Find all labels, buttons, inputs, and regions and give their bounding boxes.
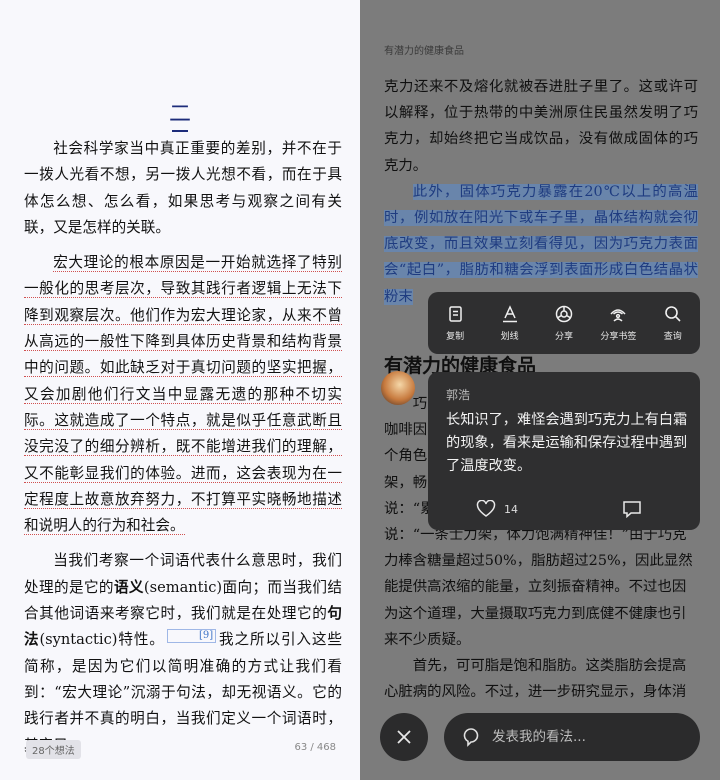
comment-input-bar[interactable]: [444, 713, 700, 761]
paragraph[interactable]: 说：“一条士力架，体力饱满精神佳！”由于巧克力棒含糖量超过50%，脂肪超过25%…: [384, 522, 698, 653]
running-head: 有潜力的健康食品: [384, 46, 464, 57]
paragraph[interactable]: 首先，可可脂是饱和脂肪。这类脂肪会提高心脏病的风险。不过，进一步研究显示，身体消: [384, 653, 698, 705]
selected-highlight[interactable]: 此外，固体巧克力暴露在20℃以上的高温时，例如放在阳光下或车子里，晶体结构就会彻…: [384, 183, 698, 305]
comment-bubble-icon: [623, 501, 641, 519]
like-count: 14: [504, 502, 518, 516]
chapter-number: 二: [0, 96, 360, 132]
right-page-text[interactable]: 克力还来不及熔化就被吞进肚子里了。这或许可以解释，位于热带的中美洲原住民虽然发明…: [384, 74, 698, 310]
paragraph[interactable]: 社会科学家当中真正重要的差别，并不在于一拨人光看不想，另一拨人光想不看，而在于具…: [24, 136, 342, 241]
share-icon: [555, 305, 573, 323]
comment-card[interactable]: 郭浩 长知识了，难怪会遇到巧克力上有白霜的现象，看来是运输和保存过程中遇到了温度…: [428, 372, 700, 530]
copy-button[interactable]: 复制: [429, 304, 481, 342]
share-bookmark-icon: [610, 309, 626, 322]
left-page-text[interactable]: 社会科学家当中真正重要的差别，并不在于一拨人光看不想，另一拨人光想不看，而在于具…: [24, 136, 342, 768]
paragraph[interactable]: 当我们考察一个词语代表什么意思时，我们处理的是它的语义(semantic)面向；…: [24, 548, 342, 758]
comment-text: 长知识了，难怪会遇到巧克力上有白霜的现象，看来是运输和保存过程中遇到了温度改变。: [446, 412, 688, 474]
footnote-marker[interactable]: [9]: [166, 629, 217, 644]
share-bookmark-button[interactable]: 分享书签: [592, 304, 644, 342]
left-page[interactable]: 二 社会科学家当中真正重要的差别，并不在于一拨人光看不想，另一拨人光想不看，而在…: [0, 0, 360, 780]
ideas-count-badge[interactable]: 28个想法: [26, 740, 81, 759]
close-icon: [397, 730, 411, 744]
share-button[interactable]: 分享: [538, 304, 590, 342]
annotated-text[interactable]: 宏大理论的根本原因是一开始就选择了特别一般化的思考层次，导致其践行者逻辑上无法下…: [24, 254, 342, 536]
thought-bubble-icon: [463, 728, 479, 747]
comment-input[interactable]: [492, 729, 672, 745]
paragraph[interactable]: 此外，固体巧克力暴露在20℃以上的高温时，例如放在阳光下或车子里，晶体结构就会彻…: [384, 179, 698, 310]
underline-button[interactable]: 划线: [484, 304, 536, 342]
heart-icon: [476, 500, 496, 517]
underline-icon: [502, 305, 517, 323]
paragraph[interactable]: 克力还来不及熔化就被吞进肚子里了。这或许可以解释，位于热带的中美洲原住民虽然发明…: [384, 74, 698, 179]
page-counter: 63 / 468: [294, 742, 336, 753]
selection-toolbar: 复制 划线 分享 分享书签 查询: [428, 292, 700, 354]
like-button[interactable]: 14: [476, 500, 518, 518]
copy-icon: [449, 306, 462, 322]
commenter-name[interactable]: 郭浩: [446, 386, 470, 403]
paragraph[interactable]: 宏大理论的根本原因是一开始就选择了特别一般化的思考层次，导致其践行者逻辑上无法下…: [24, 250, 342, 539]
commenter-avatar[interactable]: [381, 371, 415, 405]
lookup-button[interactable]: 查询: [647, 304, 699, 342]
reply-button[interactable]: [622, 500, 642, 522]
search-icon: [664, 306, 681, 322]
close-button[interactable]: [380, 713, 428, 761]
